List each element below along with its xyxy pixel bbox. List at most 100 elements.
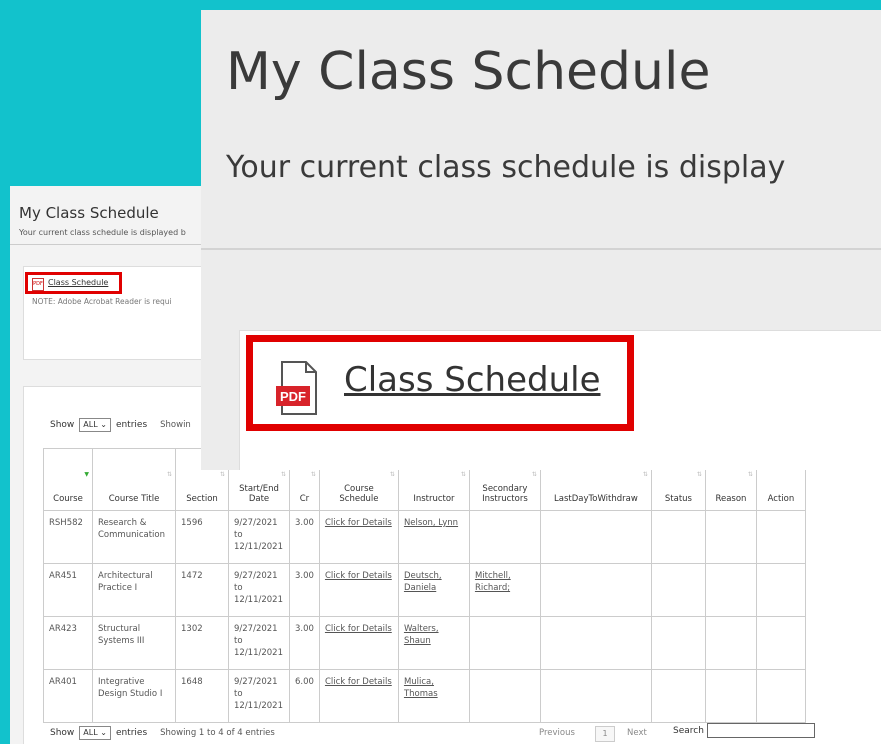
click-for-details-link[interactable]: Click for Details	[318, 616, 399, 670]
cell-section: 1648	[175, 669, 229, 723]
col-label: Course Title	[108, 494, 160, 504]
search-input[interactable]	[707, 723, 815, 738]
col-label: Action	[767, 494, 795, 504]
col-label: Instructor	[413, 494, 455, 504]
table-row: RSH582 Research & Communication 1596 9/2…	[43, 510, 806, 564]
cell-title: Structural Systems III	[92, 616, 176, 670]
chevron-down-icon: ⌄	[100, 420, 107, 429]
cell-cr: 6.00	[289, 669, 320, 723]
cell-dates: 9/27/2021 to 12/11/2021	[228, 669, 290, 723]
sort-icon: ⇅	[696, 471, 702, 478]
cell-section: 1472	[175, 563, 229, 617]
col-label: Reason	[715, 494, 747, 504]
sort-icon: ⇅	[389, 471, 395, 478]
divider	[201, 248, 881, 250]
page-subtitle-small: Your current class schedule is displayed…	[19, 228, 186, 237]
col-label: Course	[53, 494, 83, 504]
cell-status	[650, 510, 706, 564]
pdf-icon-label: PDF	[280, 389, 306, 404]
cell-course: AR401	[43, 669, 93, 723]
instructor-link[interactable]: Walters, Shaun	[397, 616, 470, 670]
cell-cr: 3.00	[289, 616, 320, 670]
divider	[10, 244, 210, 245]
cell-course: AR423	[43, 616, 93, 670]
col-label: Section	[186, 494, 218, 504]
click-for-details-link[interactable]: Click for Details	[318, 669, 399, 723]
cell-action	[755, 616, 806, 670]
showing-info-bottom: Showing 1 to 4 of 4 entries	[160, 728, 275, 738]
zoomed-header-panel: My Class Schedule Your current class sch…	[201, 10, 881, 470]
cell-title: Integrative Design Studio I	[92, 669, 176, 723]
show-label: Show	[50, 420, 75, 430]
instructor-link[interactable]: Deutsch, Daniela	[397, 563, 470, 617]
page-subtitle: Your current class schedule is display	[226, 150, 786, 185]
sort-icon: ▼	[84, 471, 89, 478]
class-schedule-link[interactable]: Class Schedule	[344, 360, 601, 400]
secondary-instructor-link[interactable]: Mitchell, Richard;	[468, 563, 541, 617]
cell-status	[650, 669, 706, 723]
sort-icon: ⇅	[166, 471, 172, 478]
entries-label: entries	[115, 420, 148, 430]
entries-control-bottom: Show ALL ⌄ entries Showing 1 to 4 of 4 e…	[50, 726, 275, 740]
click-for-details-link[interactable]: Click for Details	[318, 510, 399, 564]
entries-select-top[interactable]: ALL ⌄	[79, 418, 111, 432]
sort-icon: ⇅	[460, 471, 466, 478]
cell-cr: 3.00	[289, 510, 320, 564]
click-for-details-link[interactable]: Click for Details	[318, 563, 399, 617]
col-course-title[interactable]: Course Title ⇅	[92, 448, 176, 511]
cell-title: Architectural Practice I	[92, 563, 176, 617]
cell-withdraw	[539, 669, 652, 723]
sort-icon: ⇅	[531, 471, 537, 478]
cell-dates: 9/27/2021 to 12/11/2021	[228, 510, 290, 564]
instructor-link[interactable]: Mulica, Thomas	[397, 669, 470, 723]
pdf-icon: PDF	[276, 361, 317, 415]
schedule-link-highlight-zoom[interactable]: PDF Class Schedule	[246, 335, 634, 431]
cell-withdraw	[539, 616, 652, 670]
showing-info-top: Showin	[160, 420, 191, 430]
entries-label: entries	[115, 728, 148, 738]
cell-action	[755, 669, 806, 723]
class-schedule-link-small[interactable]: Class Schedule	[48, 278, 108, 287]
acrobat-note: NOTE: Adobe Acrobat Reader is requi	[32, 297, 172, 306]
cell-dates: 9/27/2021 to 12/11/2021	[228, 563, 290, 617]
instructor-link[interactable]: Nelson, Lynn	[397, 510, 470, 564]
cell-title: Research & Communication	[92, 510, 176, 564]
cell-withdraw	[539, 563, 652, 617]
pager-previous[interactable]: Previous	[539, 728, 575, 738]
col-label: Status	[664, 494, 692, 504]
page-title: My Class Schedule	[226, 42, 711, 102]
cell-reason	[704, 563, 757, 617]
cell-status	[650, 563, 706, 617]
secondary-instructor-link[interactable]	[468, 510, 541, 564]
secondary-instructor-link[interactable]	[468, 669, 541, 723]
pdf-icon: PDF	[32, 278, 44, 291]
cell-dates: 9/27/2021 to 12/11/2021	[228, 616, 290, 670]
schedule-table: Course ▼ Course Title ⇅ Section ⇅ Start/End…	[43, 448, 806, 723]
col-label: Start/End Date	[239, 484, 279, 504]
schedule-link-highlight[interactable]: PDF Class Schedule	[25, 272, 122, 294]
cell-cr: 3.00	[289, 563, 320, 617]
cell-status	[650, 616, 706, 670]
col-course[interactable]: Course ▼	[43, 448, 93, 511]
cell-section: 1302	[175, 616, 229, 670]
pager-next[interactable]: Next	[627, 728, 647, 738]
col-label: LastDayToWithdraw	[554, 494, 638, 504]
cell-course: AR451	[43, 563, 93, 617]
page-title-small: My Class Schedule	[19, 204, 159, 222]
cell-reason	[704, 669, 757, 723]
search-label: Search	[673, 726, 704, 736]
secondary-instructor-link[interactable]	[468, 616, 541, 670]
show-label: Show	[50, 728, 75, 738]
sort-icon: ⇅	[280, 471, 286, 478]
cell-action	[755, 510, 806, 564]
sort-icon: ⇅	[219, 471, 225, 478]
col-label: Course Schedule	[339, 484, 379, 504]
entries-select-bottom[interactable]: ALL ⌄	[79, 726, 111, 740]
sort-icon: ⇅	[747, 471, 753, 478]
table-row: AR423 Structural Systems III 1302 9/27/2…	[43, 616, 806, 670]
pager-page-1[interactable]: 1	[595, 726, 615, 742]
sort-icon: ⇅	[642, 471, 648, 478]
col-label: Secondary Instructors	[482, 484, 528, 504]
entries-select-value: ALL	[83, 420, 98, 429]
cell-section: 1596	[175, 510, 229, 564]
